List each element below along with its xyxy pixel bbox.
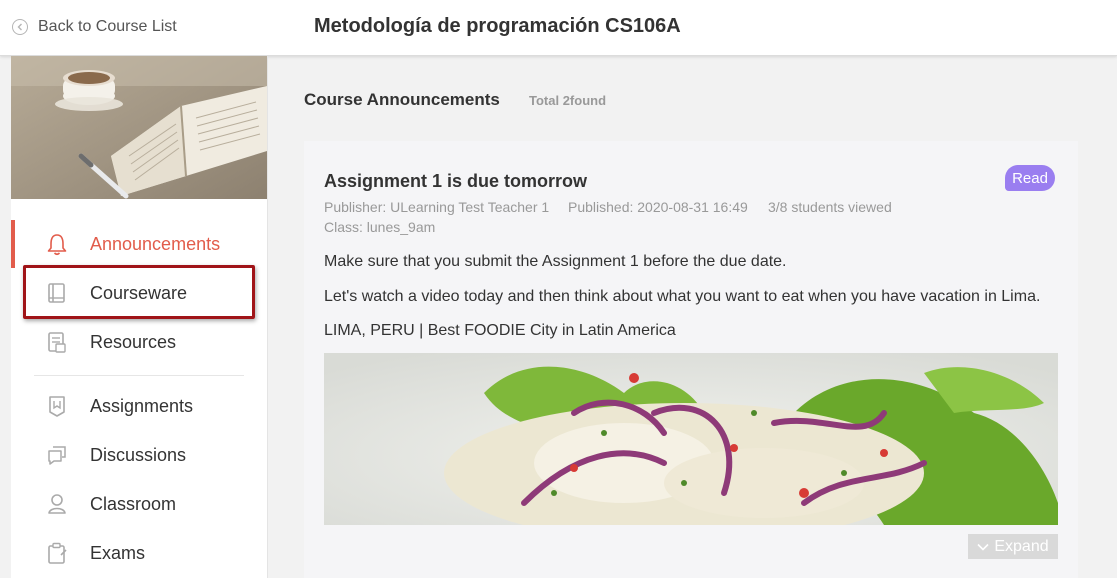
sidebar-item-assignments[interactable]: Assignments xyxy=(11,382,267,430)
announcement-paragraph: LIMA, PERU | Best FOODIE City in Latin A… xyxy=(324,322,676,339)
assignment-icon xyxy=(46,394,68,418)
sidebar-item-discussions[interactable]: Discussions xyxy=(11,431,267,479)
course-title: Metodología de programación CS106A xyxy=(314,15,681,37)
resources-icon xyxy=(46,330,68,354)
sidebar-item-resources[interactable]: Resources xyxy=(11,318,267,366)
expand-label: Expand xyxy=(994,537,1049,555)
top-header: Back to Course List Metodología de progr… xyxy=(0,0,1117,56)
sidebar-item-label: Resources xyxy=(90,331,177,352)
expand-button[interactable]: Expand xyxy=(968,534,1058,559)
sidebar-item-label: Exams xyxy=(90,542,146,563)
announcement-paragraph: Let's watch a video today and then think… xyxy=(324,288,1041,305)
sidebar-item-classroom[interactable]: Classroom xyxy=(11,480,267,528)
announcement-title[interactable]: Assignment 1 is due tomorrow xyxy=(324,171,587,192)
sidebar-item-label: Classroom xyxy=(90,493,177,514)
bell-icon xyxy=(46,232,68,256)
class-meta: Class: lunes_9am xyxy=(324,219,436,235)
clipboard-icon xyxy=(46,541,68,565)
courseware-highlight-box xyxy=(23,265,255,319)
page-title: Course Announcements xyxy=(304,90,500,109)
total-count: Total 2found xyxy=(529,93,607,108)
chevron-down-icon xyxy=(977,543,989,551)
course-cover-image xyxy=(11,56,267,199)
announcement-paragraph: Make sure that you submit the Assignment… xyxy=(324,253,787,270)
sidebar-item-label: Discussions xyxy=(90,444,187,465)
back-label: Back to Course List xyxy=(38,18,177,35)
sidebar-item-exams[interactable]: Exams xyxy=(11,529,267,577)
food-photo xyxy=(324,353,1058,525)
sidebar-item-label: Announcements xyxy=(90,233,221,254)
back-to-course-list-link[interactable]: Back to Course List xyxy=(12,16,177,38)
discussion-icon xyxy=(46,443,68,467)
sidebar-item-label: Assignments xyxy=(90,395,194,416)
sidebar-divider xyxy=(34,375,244,376)
publisher-meta: Publisher: ULearning Test Teacher 1 xyxy=(324,199,550,215)
published-date-meta: Published: 2020-08-31 16:49 xyxy=(568,199,748,215)
views-meta: 3/8 students viewed xyxy=(768,199,892,215)
read-badge: Read xyxy=(1005,165,1055,191)
announcement-card[interactable]: Assignment 1 is due tomorrow Read Publis… xyxy=(304,141,1078,578)
person-icon xyxy=(46,492,68,516)
sidebar-item-announcements[interactable]: Announcements xyxy=(11,220,267,268)
chevron-left-icon xyxy=(12,19,28,35)
